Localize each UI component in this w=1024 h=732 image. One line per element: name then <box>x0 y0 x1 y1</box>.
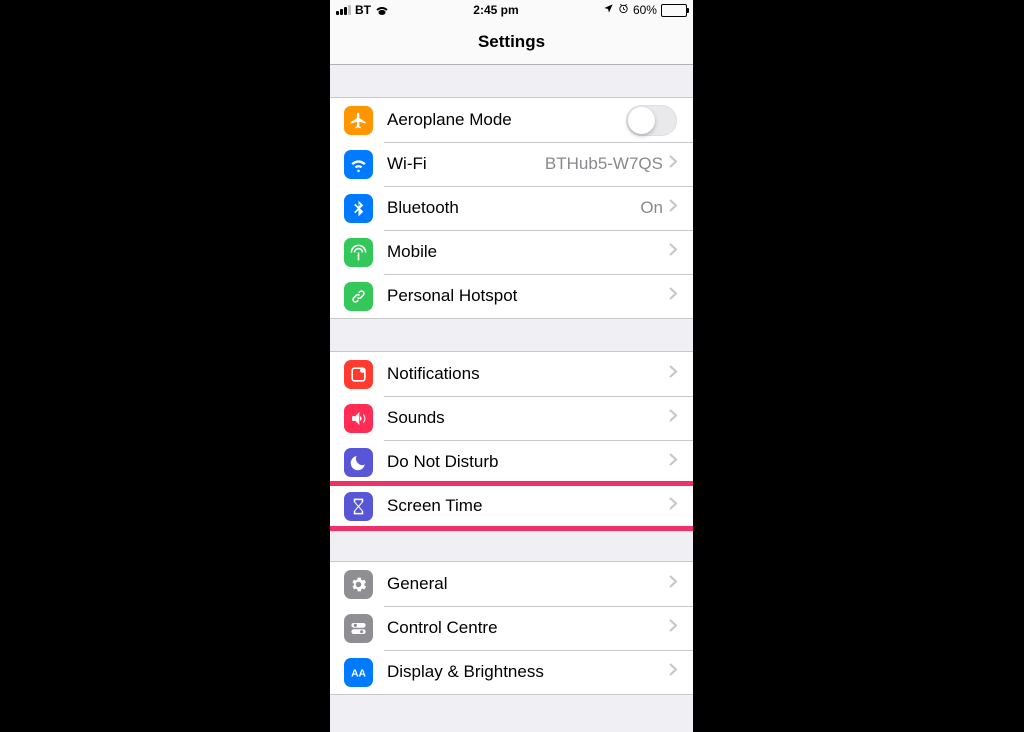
chevron-right-icon <box>669 287 677 305</box>
row-label: Wi-Fi <box>387 154 545 174</box>
chevron-right-icon <box>669 409 677 427</box>
chevron-right-icon <box>669 453 677 471</box>
row-label: Control Centre <box>387 618 669 638</box>
row-label: Sounds <box>387 408 669 428</box>
link-icon <box>344 282 373 311</box>
moon-icon <box>344 448 373 477</box>
airplane-icon <box>344 106 373 135</box>
switches-icon <box>344 614 373 643</box>
page-title: Settings <box>330 20 693 65</box>
settings-row-control-centre[interactable]: Control Centre <box>330 606 693 650</box>
gear-icon <box>344 570 373 599</box>
status-bar: BT 2:45 pm 60% <box>330 0 693 20</box>
settings-row-aeroplane-mode[interactable]: Aeroplane Mode <box>330 98 693 142</box>
chevron-right-icon <box>669 619 677 637</box>
row-label: Screen Time <box>387 496 669 516</box>
row-label: Mobile <box>387 242 669 262</box>
settings-row-general[interactable]: General <box>330 562 693 606</box>
chevron-right-icon <box>669 243 677 261</box>
settings-row-do-not-disturb[interactable]: Do Not Disturb <box>330 440 693 484</box>
chevron-right-icon <box>669 663 677 681</box>
row-label: Bluetooth <box>387 198 640 218</box>
aa-icon <box>344 658 373 687</box>
page-title-text: Settings <box>478 32 545 52</box>
cell-signal-icon <box>336 5 351 15</box>
settings-row-notifications[interactable]: Notifications <box>330 352 693 396</box>
settings-group: Notifications Sounds Do Not Disturb Screen … <box>330 351 693 529</box>
settings-group: Aeroplane ModeWi-FiBTHub5-W7QSBluetoothO… <box>330 97 693 319</box>
settings-row-personal-hotspot[interactable]: Personal Hotspot <box>330 274 693 318</box>
row-label: General <box>387 574 669 594</box>
chevron-right-icon <box>669 155 677 173</box>
speaker-icon <box>344 404 373 433</box>
hourglass-icon <box>344 492 373 521</box>
location-icon <box>603 3 614 17</box>
battery-label: 60% <box>633 3 657 17</box>
chevron-right-icon <box>669 199 677 217</box>
row-label: Notifications <box>387 364 669 384</box>
settings-row-mobile[interactable]: Mobile <box>330 230 693 274</box>
settings-row-display-brightness[interactable]: Display & Brightness <box>330 650 693 694</box>
chevron-right-icon <box>669 575 677 593</box>
antenna-icon <box>344 238 373 267</box>
wifi-icon <box>344 150 373 179</box>
alarm-icon <box>618 3 629 17</box>
row-label: Aeroplane Mode <box>387 110 626 130</box>
notification-icon <box>344 360 373 389</box>
settings-row-bluetooth[interactable]: BluetoothOn <box>330 186 693 230</box>
row-label: Do Not Disturb <box>387 452 669 472</box>
bluetooth-icon <box>344 194 373 223</box>
wifi-status-icon <box>375 5 389 15</box>
battery-icon <box>661 4 687 17</box>
settings-row-wi-fi[interactable]: Wi-FiBTHub5-W7QS <box>330 142 693 186</box>
carrier-label: BT <box>355 3 371 17</box>
row-detail: BTHub5-W7QS <box>545 154 663 174</box>
settings-list[interactable]: Aeroplane ModeWi-FiBTHub5-W7QSBluetoothO… <box>330 97 693 695</box>
chevron-right-icon <box>669 497 677 515</box>
chevron-right-icon <box>669 365 677 383</box>
toggle-switch[interactable] <box>626 105 677 136</box>
device-frame: BT 2:45 pm 60% Settings Aeroplan <box>330 0 693 732</box>
row-detail: On <box>640 198 663 218</box>
settings-group: General Control Centre Display & Brightnes… <box>330 561 693 695</box>
clock-label: 2:45 pm <box>473 3 518 17</box>
settings-row-sounds[interactable]: Sounds <box>330 396 693 440</box>
row-label: Personal Hotspot <box>387 286 669 306</box>
settings-row-screen-time[interactable]: Screen Time <box>330 484 693 528</box>
row-label: Display & Brightness <box>387 662 669 682</box>
